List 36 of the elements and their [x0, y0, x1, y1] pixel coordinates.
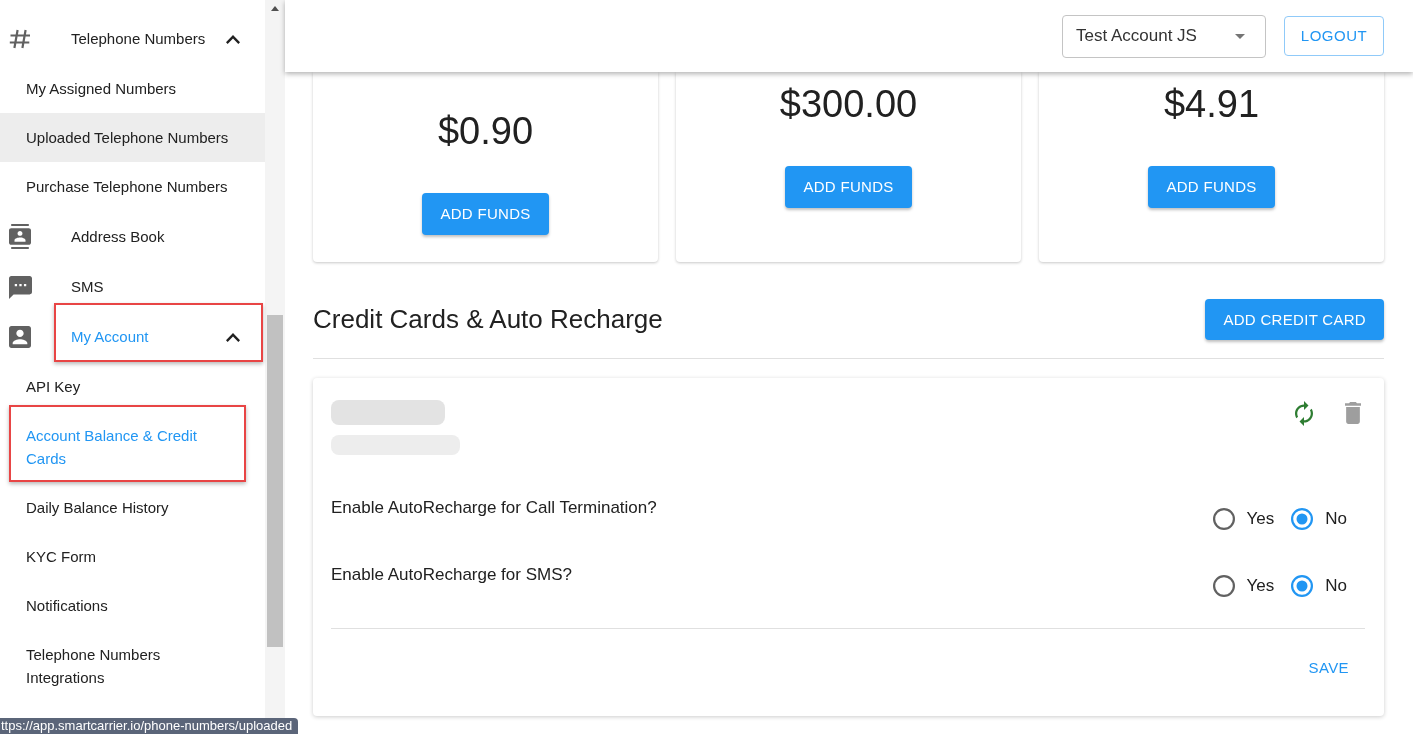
sidebar-item[interactable]: Address Book [0, 211, 265, 262]
radio-button[interactable] [1212, 575, 1235, 597]
radio-label: Yes [1246, 575, 1275, 597]
hash-icon [9, 29, 31, 49]
sidebar-item[interactable]: Notifications [0, 581, 265, 630]
radio-button[interactable] [1291, 508, 1314, 530]
sidebar-item[interactable]: Daily Balance History [0, 483, 265, 532]
balance-amount: $0.90 [437, 109, 534, 153]
radio-label: No [1325, 575, 1347, 597]
question-label: Enable AutoRecharge for Call Termination? [331, 497, 657, 519]
balance-amount: $300.00 [779, 82, 918, 126]
sidebar-item[interactable]: Purchase Telephone Numbers [0, 162, 265, 211]
trash-icon[interactable] [1345, 402, 1361, 424]
balance-amount: $4.91 [1163, 82, 1260, 126]
section-title: Credit Cards & Auto Recharge [313, 303, 663, 336]
question-label: Enable AutoRecharge for SMS? [331, 564, 572, 586]
sidebar-item[interactable]: My Assigned Numbers [0, 64, 265, 113]
dropdown-caret-icon [1235, 33, 1245, 39]
sidebar-group-item[interactable]: Telephone Numbers [0, 14, 265, 64]
link-preview-tooltip: ttps://app.smartcarrier.io/phone-numbers/uploaded [0, 718, 299, 734]
scroll-up-arrow-icon[interactable] [271, 6, 279, 11]
contact-card-icon [9, 224, 31, 249]
account-select[interactable]: Test Account JS [1062, 14, 1266, 58]
sidebar-item[interactable]: KYC Form [0, 532, 265, 581]
scrollbar-thumb[interactable] [267, 315, 283, 647]
sidebar-item[interactable]: Uploaded Telephone Numbers [0, 113, 265, 162]
sidebar-item[interactable]: SMS [0, 262, 265, 312]
refresh-icon[interactable] [1295, 401, 1313, 426]
sidebar-item[interactable]: API Key [0, 362, 265, 411]
radio-button[interactable] [1291, 575, 1314, 597]
radio-label: Yes [1246, 508, 1275, 530]
radio-button[interactable] [1212, 508, 1235, 530]
sidebar-item[interactable]: Telephone Numbers Integrations [0, 630, 265, 702]
person-box-icon [9, 326, 31, 348]
radio-label: No [1325, 508, 1347, 530]
chat-bubble-icon [8, 275, 32, 299]
